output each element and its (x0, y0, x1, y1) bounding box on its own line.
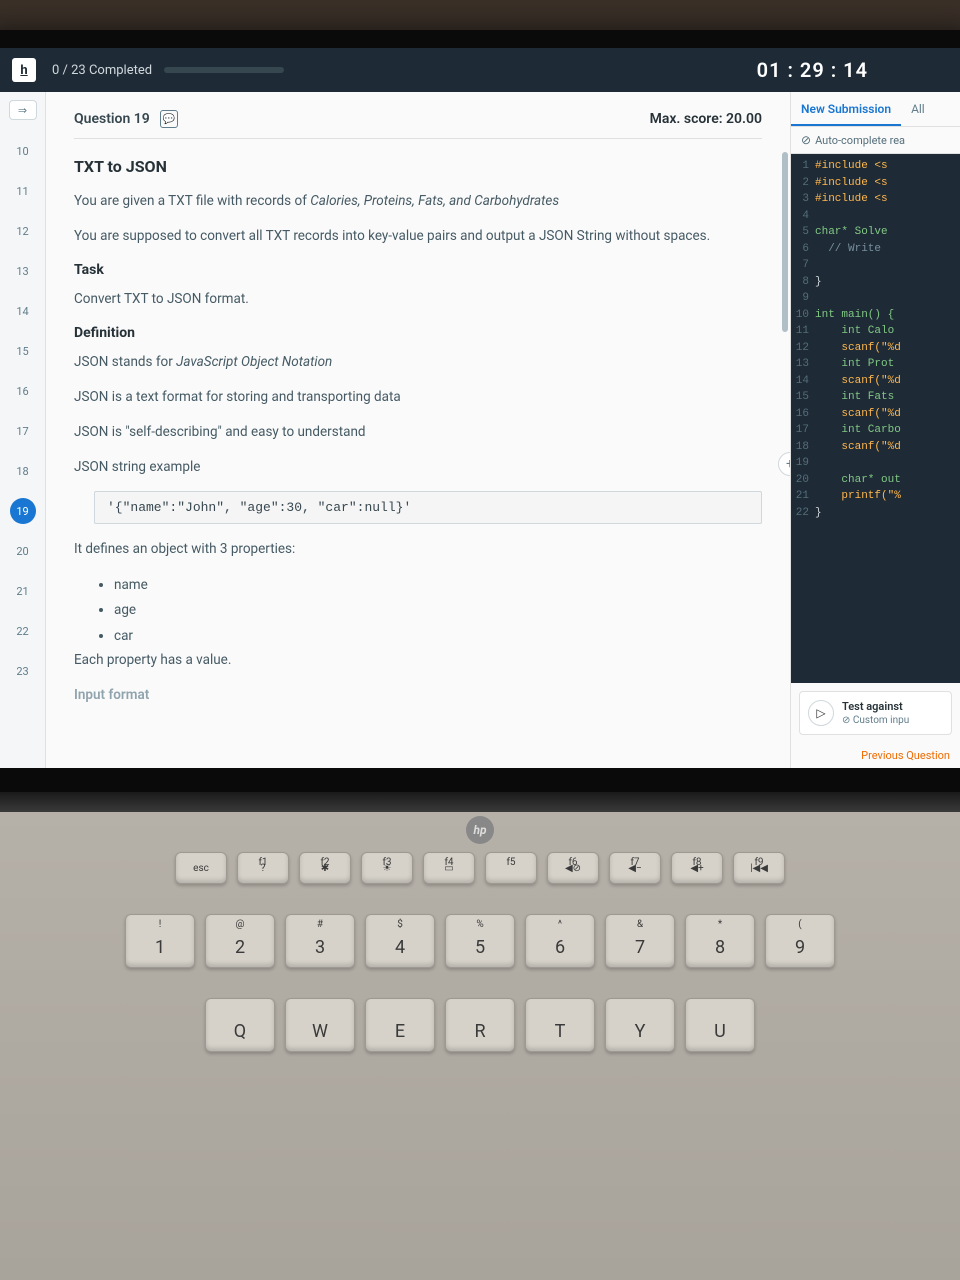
question-label: Question 19 (74, 111, 150, 127)
input-format-heading: Input format (74, 684, 762, 707)
def-line-1: JSON stands for JavaScript Object Notati… (74, 351, 762, 374)
question-nav-16[interactable]: 16 (10, 378, 36, 404)
keyboard-key: E (365, 998, 435, 1052)
example-heading: JSON string example (74, 456, 762, 479)
keyboard-key: f5 (485, 852, 537, 884)
question-nav-12[interactable]: 12 (10, 218, 36, 244)
problem-title: TXT to JSON (74, 157, 762, 176)
code-editor[interactable]: 1#include <s2#include <s3#include <s45ch… (791, 154, 960, 683)
problem-intro-2: You are supposed to convert all TXT reco… (74, 225, 762, 248)
keyboard-key: f7◀− (609, 852, 661, 884)
keyboard-key: U (685, 998, 755, 1052)
problem-panel: Question 19 💬 Max. score: 20.00 TXT to J… (46, 92, 790, 768)
question-nav-21[interactable]: 21 (10, 578, 36, 604)
keyboard-key: #3 (285, 914, 355, 968)
problem-intro-1: You are given a TXT file with records of… (74, 190, 762, 213)
question-nav-19[interactable]: 19 (10, 498, 36, 524)
keyboard-key: *8 (685, 914, 755, 968)
site-logo[interactable]: h (12, 58, 36, 82)
keyboard-key: f6◀⊘ (547, 852, 599, 884)
keyboard-key: Y (605, 998, 675, 1052)
max-score: Max. score: 20.00 (650, 111, 762, 127)
keyboard-key: &7 (605, 914, 675, 968)
laptop-hinge (0, 792, 960, 812)
def-line-2: JSON is a text format for storing and tr… (74, 386, 762, 409)
after-example: It defines an object with 3 properties: (74, 538, 762, 561)
question-nav-17[interactable]: 17 (10, 418, 36, 444)
def-line-3: JSON is "self-describing" and easy to un… (74, 421, 762, 444)
question-nav-14[interactable]: 14 (10, 298, 36, 324)
keyboard-key: (9 (765, 914, 835, 968)
test-icon: ▷ (808, 700, 834, 726)
list-item: car (114, 624, 762, 650)
keyboard-key: ^6 (525, 914, 595, 968)
definition-heading: Definition (74, 325, 762, 341)
laptop-deck: hp esc f1? f2✱ f3☀ f4▭ f5 f6◀⊘ f7◀− f8◀+ f9|◀◀ !1… (0, 812, 960, 1280)
tab-new-submission[interactable]: New Submission (791, 92, 901, 126)
keyboard-key: f1? (237, 852, 289, 884)
json-example-code: '{"name":"John", "age":30, "car":null}' (94, 491, 762, 524)
keyboard-key: @2 (205, 914, 275, 968)
test-custom-input[interactable]: ▷ Test against Custom inpu (799, 691, 952, 735)
keyboard-key: %5 (445, 914, 515, 968)
code-panel: New Submission All Auto-complete rea 1#i… (790, 92, 960, 768)
keyboard-key: f8◀+ (671, 852, 723, 884)
properties-list: nameagecar (114, 573, 762, 650)
progress-bar (164, 67, 284, 73)
question-nav-13[interactable]: 13 (10, 258, 36, 284)
question-nav-15[interactable]: 15 (10, 338, 36, 364)
feedback-icon[interactable]: 💬 (160, 110, 178, 128)
timer: 01 : 29 : 14 (757, 58, 868, 82)
collapse-sidebar-button[interactable]: ⇒ (9, 100, 37, 120)
keyboard-key: f4▭ (423, 852, 475, 884)
keyboard-key: f3☀ (361, 852, 413, 884)
task-heading: Task (74, 262, 762, 278)
tab-all-submissions[interactable]: All (901, 92, 935, 126)
keyboard-key: f2✱ (299, 852, 351, 884)
keyboard-key: $4 (365, 914, 435, 968)
question-sidebar: ⇒ 10 11 12 13 14 15 16 17 18 19 20 21 22 23 (0, 92, 46, 768)
task-text: Convert TXT to JSON format. (74, 288, 762, 311)
expand-panel-button[interactable]: + (778, 452, 790, 476)
keyboard-key: Q (205, 998, 275, 1052)
list-item: name (114, 573, 762, 599)
autocomplete-toggle[interactable]: Auto-complete rea (791, 127, 960, 154)
after-props: Each property has a value. (74, 649, 762, 672)
hp-logo: hp (466, 816, 494, 844)
keyboard-key: f9|◀◀ (733, 852, 785, 884)
question-nav-20[interactable]: 20 (10, 538, 36, 564)
question-nav-18[interactable]: 18 (10, 458, 36, 484)
topbar: h 0 / 23 Completed 01 : 29 : 14 (0, 48, 960, 92)
test-label: Test against (842, 700, 909, 713)
question-nav-10[interactable]: 10 (10, 138, 36, 164)
screen: h 0 / 23 Completed 01 : 29 : 14 ⇒ 10 11 12… (0, 48, 960, 768)
question-nav-11[interactable]: 11 (10, 178, 36, 204)
list-item: age (114, 598, 762, 624)
keyboard-key: !1 (125, 914, 195, 968)
question-nav-22[interactable]: 22 (10, 618, 36, 644)
keyboard-key: esc (175, 852, 227, 884)
progress-label: 0 / 23 Completed (52, 63, 152, 78)
keyboard-key: W (285, 998, 355, 1052)
keyboard-key: R (445, 998, 515, 1052)
question-nav-23[interactable]: 23 (10, 658, 36, 684)
keyboard-key: T (525, 998, 595, 1052)
test-sublabel: Custom inpu (842, 715, 909, 726)
previous-question-link[interactable]: Previous Question (791, 743, 960, 768)
